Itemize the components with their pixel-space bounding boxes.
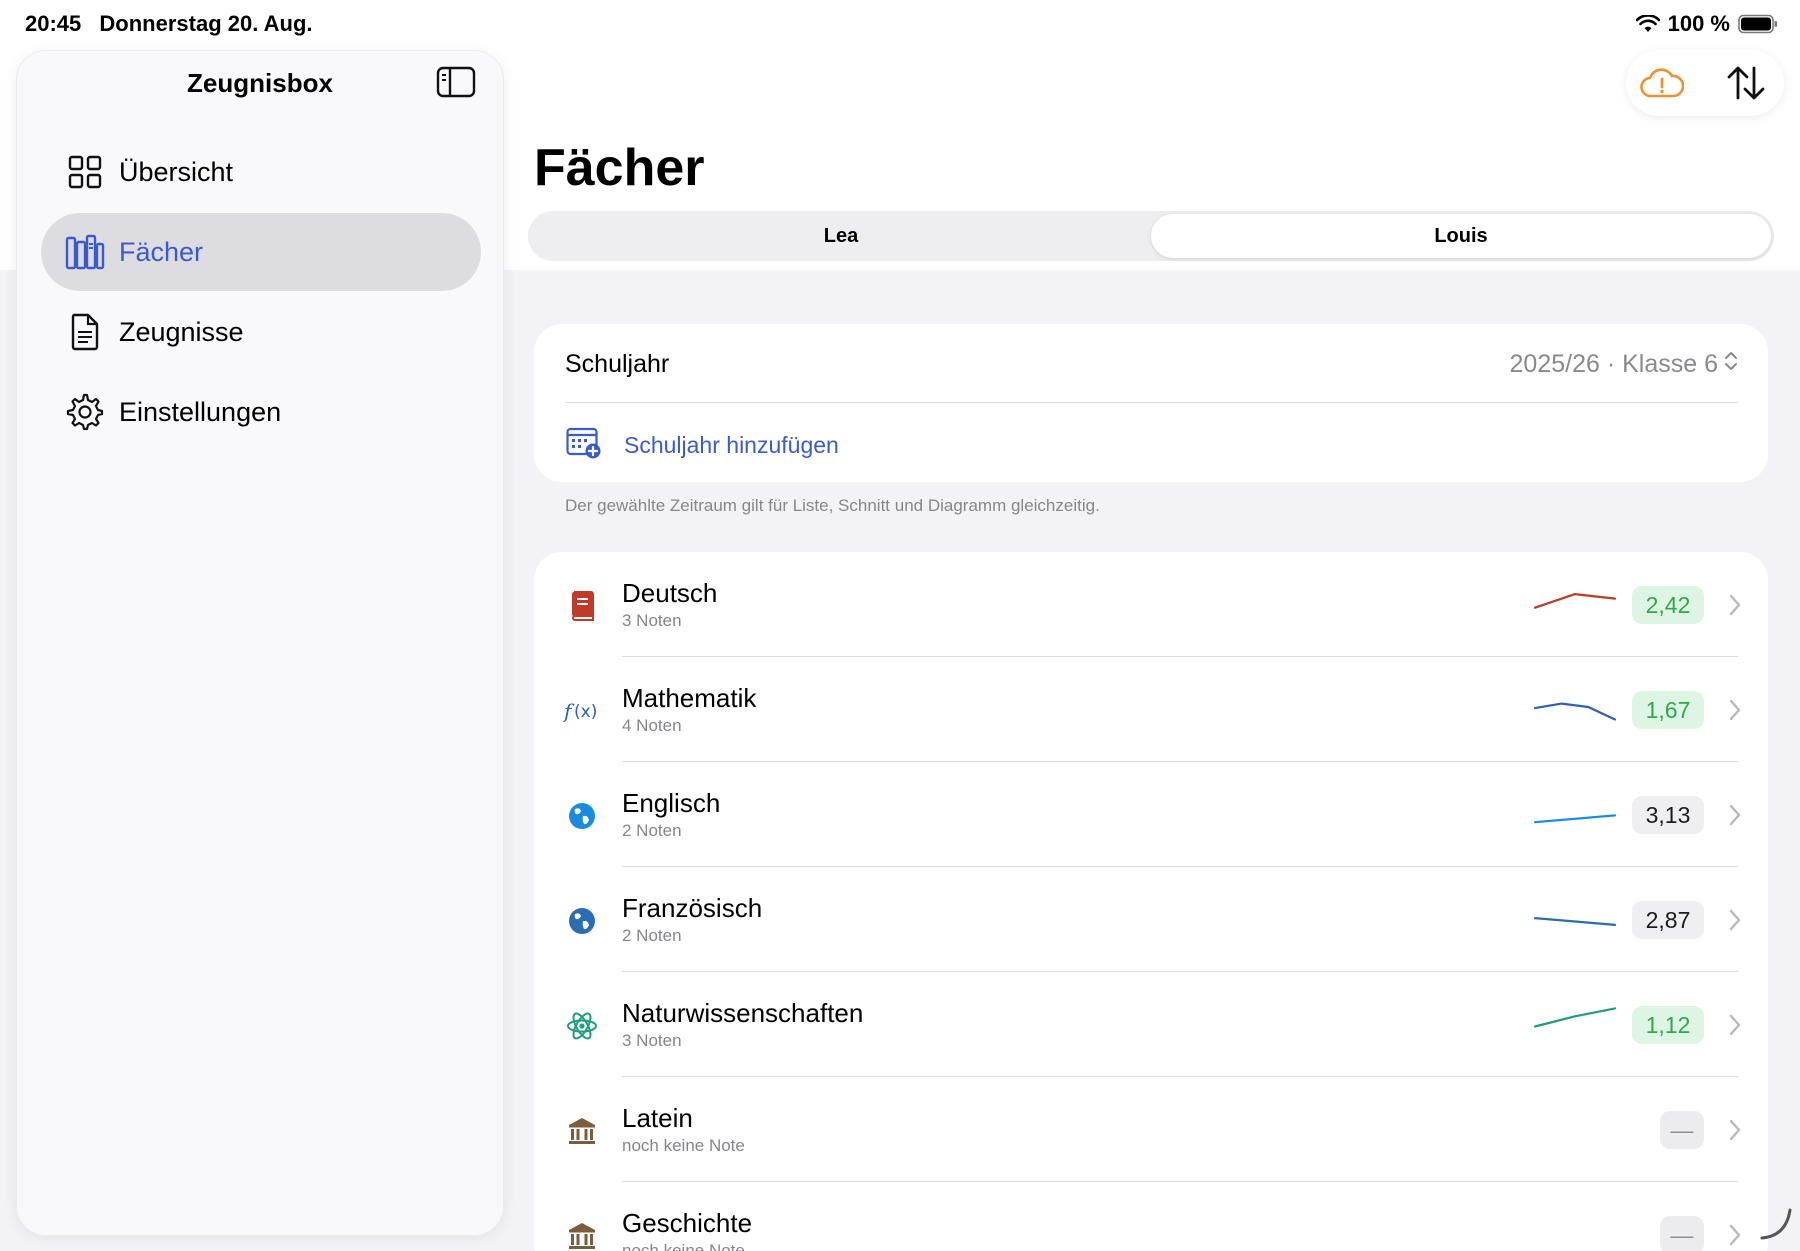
grid-icon (65, 152, 105, 192)
sidebar-item-label: Einstellungen (119, 396, 282, 427)
subject-name: Geschichte (622, 1208, 753, 1238)
battery-icon (1738, 14, 1778, 34)
divider (565, 402, 1738, 403)
chevron-right-icon (1729, 1014, 1741, 1036)
subject-name: Französisch (622, 893, 763, 923)
sidebar-item-zeugnisse[interactable]: Zeugnisse (41, 293, 481, 371)
globe-icon (562, 796, 602, 836)
sidebar-title: Zeugnisbox (187, 68, 333, 98)
add-school-year-label: Schuljahr hinzufügen (624, 432, 839, 458)
globe-icon (562, 901, 602, 941)
trend-sparkline (1533, 814, 1617, 824)
subject-grade-count: 4 Noten (622, 716, 682, 735)
resize-handle-icon[interactable] (1758, 1206, 1794, 1242)
subject-row-geschichte[interactable]: Geschichte noch keine Note — (534, 1182, 1768, 1251)
toolbar-actions (1626, 50, 1784, 116)
chevron-right-icon (1729, 594, 1741, 616)
subject-grade-count: 2 Noten (622, 926, 682, 945)
atom-icon (562, 1006, 602, 1046)
books-icon (65, 232, 105, 272)
average-grade-badge: 1,67 (1632, 691, 1704, 729)
add-school-year-button[interactable]: Schuljahr hinzufügen (566, 426, 839, 465)
cloud-warning-icon[interactable] (1640, 63, 1684, 103)
document-icon (65, 312, 105, 352)
subject-grade-count: 3 Noten (622, 1031, 682, 1050)
subject-grade-count: 2 Noten (622, 821, 682, 840)
calendar-add-icon (566, 426, 602, 465)
school-year-value: 2025/26 · Klasse 6 (1509, 350, 1718, 378)
function-icon: f (x) (562, 691, 602, 731)
status-time: 20:45 (25, 11, 82, 36)
average-grade-badge: 3,13 (1632, 796, 1704, 834)
school-year-label: Schuljahr (565, 350, 670, 378)
subject-name: Mathematik (622, 683, 757, 713)
chevron-right-icon (1729, 1119, 1741, 1141)
chevron-right-icon (1729, 804, 1741, 826)
child-segmented-control: Lea Louis (528, 211, 1774, 261)
chevron-right-icon (1729, 1224, 1741, 1246)
subject-grade-count: noch keine Note (622, 1136, 745, 1155)
chevron-right-icon (1729, 909, 1741, 931)
gear-icon (65, 392, 105, 432)
sparkline-path (1533, 814, 1617, 824)
sparkline-path (1533, 702, 1617, 721)
columns-icon (562, 1216, 602, 1251)
wifi-icon (1635, 15, 1660, 33)
subject-row-franzoesisch[interactable]: Französisch 2 Noten 2,87 (534, 867, 1768, 972)
average-grade-badge: 2,42 (1632, 586, 1704, 624)
school-year-card: Schuljahr 2025/26 · Klasse 6 Schuljahr h… (534, 324, 1768, 482)
average-grade-badge: 2,87 (1632, 901, 1704, 939)
subject-name: Deutsch (622, 578, 718, 608)
average-grade-badge: — (1660, 1111, 1704, 1149)
trend-sparkline (1533, 917, 1617, 926)
status-right: 100 % (1635, 11, 1778, 37)
chevron-right-icon (1729, 699, 1741, 721)
columns-icon (562, 1111, 602, 1151)
subject-row-naturwissenschaften[interactable]: Naturwissenschaften 3 Noten 1,12 (534, 972, 1768, 1077)
sparkline-path (1533, 1007, 1617, 1028)
sidebar-toggle-icon[interactable] (436, 65, 478, 101)
sidebar-item-einstellungen[interactable]: Einstellungen (41, 373, 481, 451)
book-icon (562, 586, 602, 626)
status-bar: 20:45 Donnerstag 20. Aug. 100 % (0, 0, 1800, 48)
sidebar-item-label: Übersicht (119, 156, 234, 187)
tab-lea[interactable]: Lea (531, 214, 1151, 258)
trend-sparkline (1533, 1007, 1617, 1028)
sidebar-item-label: Zeugnisse (119, 316, 244, 347)
status-left: 20:45 Donnerstag 20. Aug. (25, 11, 325, 37)
sidebar-item-faecher[interactable]: Fächer (41, 213, 481, 291)
subjects-list: Deutsch 3 Noten 2,42 f (x) Mathematik 4 N… (534, 552, 1768, 1251)
subject-name: Latein (622, 1103, 693, 1133)
subject-row-mathematik[interactable]: f (x) Mathematik 4 Noten 1,67 (534, 657, 1768, 762)
school-year-picker[interactable]: 2025/26 · Klasse 6 (1510, 350, 1738, 379)
sidebar-item-uebersicht[interactable]: Übersicht (41, 133, 481, 211)
sparkline-path (1533, 593, 1617, 609)
page-title: Fächer (534, 139, 705, 197)
svg-text:(x): (x) (574, 702, 597, 722)
trend-sparkline (1533, 702, 1617, 721)
average-grade-badge: — (1660, 1216, 1704, 1251)
status-date: Donnerstag 20. Aug. (99, 11, 313, 36)
subject-grade-count: noch keine Note (622, 1241, 745, 1251)
sidebar: Zeugnisbox Übersicht Fächer Zeugnisse Ei… (16, 50, 504, 1236)
subject-grade-count: 3 Noten (622, 611, 682, 630)
battery-percent: 100 % (1667, 11, 1730, 36)
period-footnote: Der gewählte Zeitraum gilt für Liste, Sc… (565, 496, 1100, 515)
sort-icon[interactable] (1724, 63, 1768, 103)
chevron-up-down-icon (1718, 350, 1738, 379)
subject-name: Naturwissenschaften (622, 998, 864, 1028)
tab-louis[interactable]: Louis (1151, 214, 1771, 258)
subject-name: Englisch (622, 788, 721, 818)
average-grade-badge: 1,12 (1632, 1006, 1704, 1044)
sidebar-item-label: Fächer (119, 236, 204, 267)
trend-sparkline (1533, 593, 1617, 609)
subject-row-englisch[interactable]: Englisch 2 Noten 3,13 (534, 762, 1768, 867)
subject-row-latein[interactable]: Latein noch keine Note — (534, 1077, 1768, 1182)
sparkline-path (1533, 917, 1617, 926)
subject-row-deutsch[interactable]: Deutsch 3 Noten 2,42 (534, 552, 1768, 657)
